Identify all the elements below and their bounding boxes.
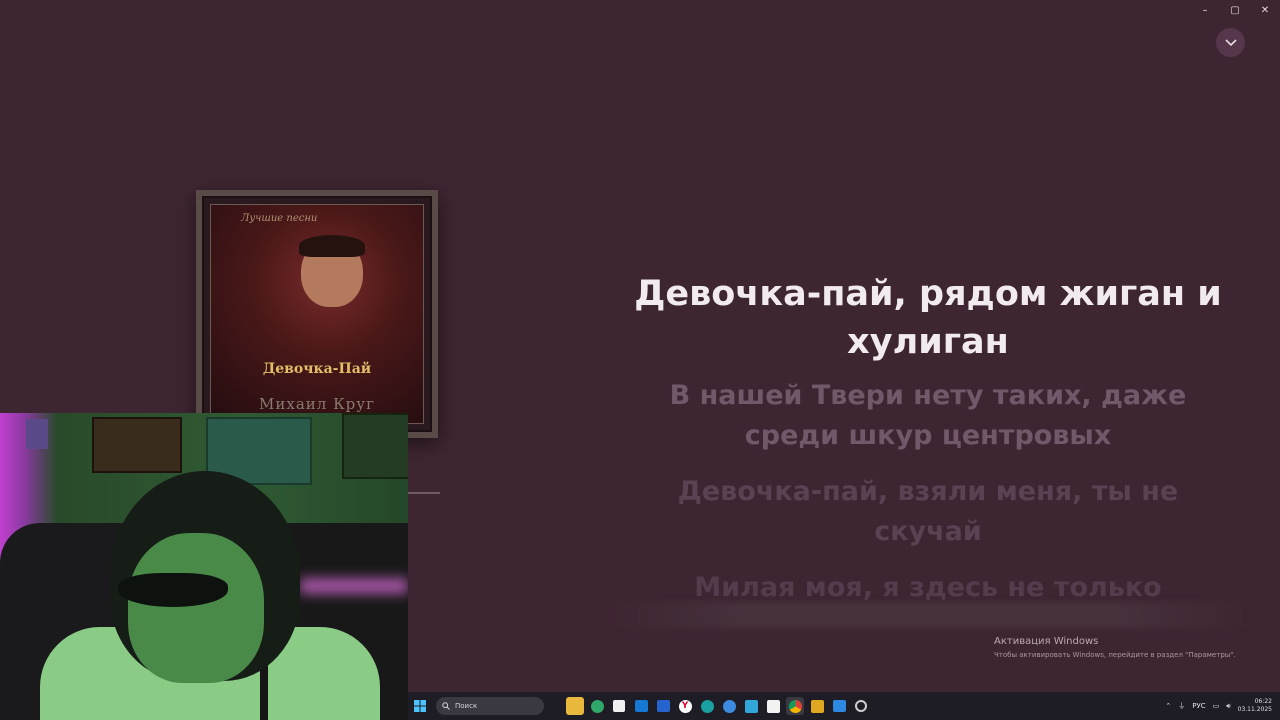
webcam-person-glasses bbox=[118, 573, 228, 607]
collapse-player-button[interactable] bbox=[1216, 28, 1245, 57]
photos-icon[interactable] bbox=[830, 697, 848, 715]
webcam-picture-1 bbox=[92, 417, 182, 473]
yandex-icon[interactable]: Y bbox=[676, 697, 694, 715]
winamp-icon[interactable] bbox=[808, 697, 826, 715]
webcam-person-face bbox=[128, 533, 264, 683]
tray-time: 06:22 bbox=[1254, 698, 1272, 705]
edge-dev-icon[interactable] bbox=[698, 697, 716, 715]
tray-clock[interactable]: 06:22 03.11.2025 bbox=[1238, 698, 1272, 714]
album-artist: Михаил Круг bbox=[259, 395, 375, 413]
file-explorer-icon[interactable] bbox=[566, 697, 584, 715]
chrome-icon[interactable] bbox=[786, 697, 804, 715]
artist-hair bbox=[299, 235, 365, 257]
volume-icon[interactable]: 🔊︎ bbox=[1226, 702, 1230, 711]
maximize-button[interactable]: ▢ bbox=[1220, 0, 1250, 20]
search-placeholder: Поиск bbox=[455, 702, 478, 710]
edge-icon[interactable] bbox=[588, 697, 606, 715]
tray-language[interactable]: РУС bbox=[1192, 702, 1205, 710]
activation-subtitle: Чтобы активировать Windows, перейдите в … bbox=[994, 651, 1236, 659]
taskbar-apps: Y bbox=[566, 697, 870, 715]
system-tray: ⌃ ⏚ РУС ▭ 🔊︎ 06:22 03.11.2025 bbox=[1165, 692, 1272, 720]
tray-usb-icon[interactable]: ⏚ bbox=[1178, 701, 1185, 711]
progress-line bbox=[408, 492, 440, 494]
windows-logo-icon bbox=[414, 700, 426, 712]
lyric-line-current[interactable]: Девочка-пай, рядом жиган и хулиган bbox=[620, 270, 1236, 366]
store-icon[interactable] bbox=[610, 697, 628, 715]
lyrics-panel: Девочка-пай, рядом жиган и хулиган В наш… bbox=[620, 270, 1236, 608]
webcam-led-light bbox=[300, 578, 408, 594]
lyric-fade bbox=[610, 602, 1250, 628]
mail-icon[interactable] bbox=[742, 697, 760, 715]
album-script-text: Лучшие песни bbox=[241, 213, 318, 224]
settings-icon[interactable] bbox=[852, 697, 870, 715]
minimize-button[interactable]: – bbox=[1190, 0, 1220, 20]
network-icon[interactable]: ▭ bbox=[1213, 702, 1220, 710]
window-controls: – ▢ ✕ bbox=[1190, 0, 1280, 20]
webcam-overlay bbox=[0, 413, 408, 720]
webcam-poster bbox=[26, 419, 48, 449]
activation-title: Активация Windows bbox=[994, 636, 1099, 647]
taskbar-search[interactable]: Поиск bbox=[436, 697, 544, 715]
album-artwork: Лучшие песни Девочка-Пай Михаил Круг bbox=[210, 204, 424, 424]
album-title: Девочка-Пай bbox=[262, 361, 372, 377]
taskbar: Поиск Y ⌃ ⏚ РУС ▭ 🔊︎ 06:22 03.11.2025 bbox=[408, 692, 1280, 720]
webcam-picture-3 bbox=[342, 413, 408, 479]
chevron-down-icon bbox=[1224, 38, 1237, 46]
chat-icon[interactable] bbox=[720, 697, 738, 715]
lyric-line-next[interactable]: В нашей Твери нету таких, даже среди шку… bbox=[620, 376, 1236, 456]
close-button[interactable]: ✕ bbox=[1250, 0, 1280, 20]
todo-icon[interactable] bbox=[654, 697, 672, 715]
tray-date: 03.11.2025 bbox=[1237, 706, 1272, 713]
tray-overflow-icon[interactable]: ⌃ bbox=[1165, 702, 1171, 710]
search-icon bbox=[442, 702, 450, 710]
album-cover: Лучшие песни Девочка-Пай Михаил Круг bbox=[196, 190, 438, 438]
start-button[interactable] bbox=[410, 696, 430, 716]
activation-watermark: Активация Windows Чтобы активировать Win… bbox=[994, 636, 1236, 659]
outlook-icon[interactable] bbox=[632, 697, 650, 715]
lyric-line-after[interactable]: Девочка-пай, взяли меня, ты не скучай bbox=[620, 472, 1236, 552]
capcut-icon[interactable] bbox=[764, 697, 782, 715]
